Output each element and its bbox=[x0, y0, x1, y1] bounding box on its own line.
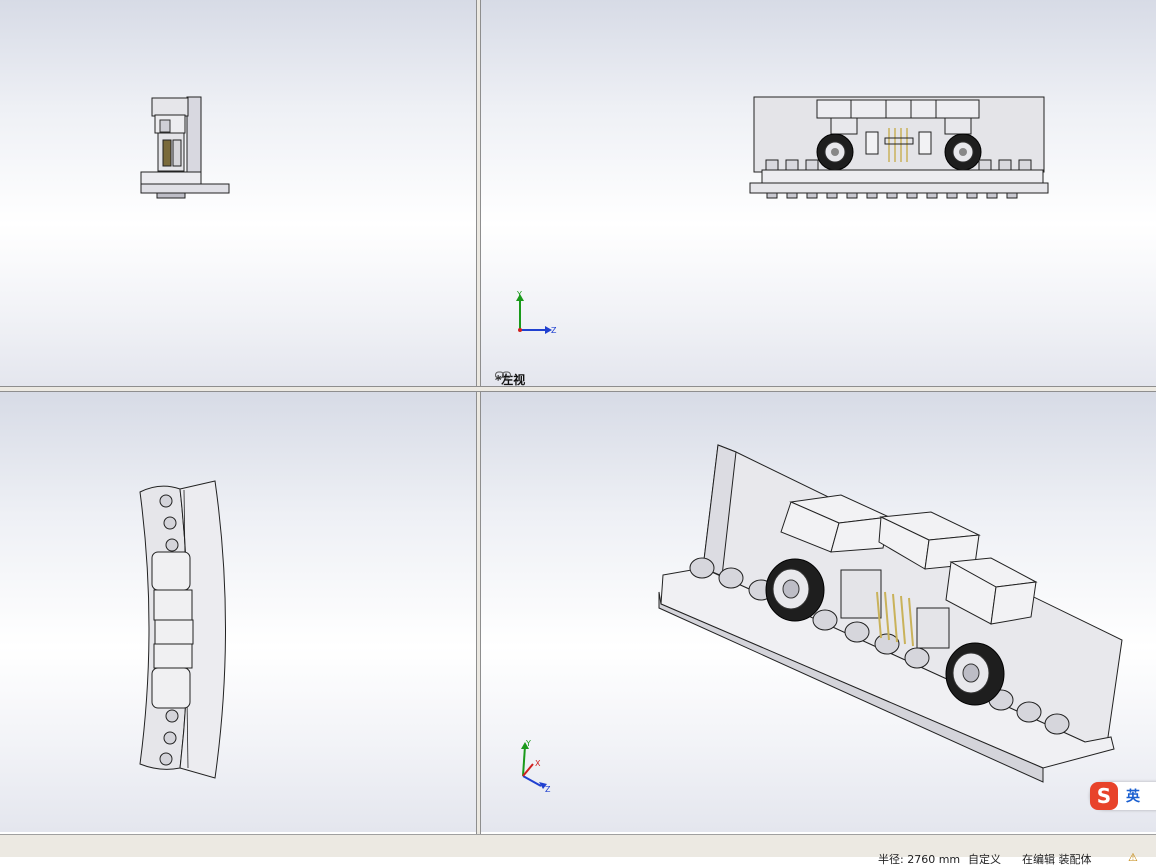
status-radius: 半径: 2760 mm bbox=[878, 853, 961, 866]
svg-text:Z: Z bbox=[551, 326, 557, 335]
coordinate-triad-icon: Y X Z bbox=[521, 739, 551, 794]
viewport-front[interactable] bbox=[0, 0, 476, 386]
status-custom[interactable]: 自定义 bbox=[968, 851, 1001, 867]
viewport-splitter-vertical[interactable] bbox=[476, 0, 481, 834]
svg-text:Y: Y bbox=[525, 739, 531, 748]
status-bar: 半径: 2760 mm 自定义 在编辑 装配体 ⚠ bbox=[0, 834, 1156, 866]
svg-text:Z: Z bbox=[545, 785, 551, 794]
status-editing: 在编辑 装配体 bbox=[1022, 853, 1092, 866]
isometric-view-model: Y X Z bbox=[521, 444, 1123, 794]
ime-mode-label[interactable]: 英 bbox=[1126, 786, 1140, 806]
coordinate-triad-icon: Y Z bbox=[516, 290, 557, 335]
front-view-model bbox=[140, 96, 230, 199]
ime-toolbar[interactable]: S 英 bbox=[1090, 782, 1156, 810]
sogou-ime-icon[interactable]: S bbox=[1090, 782, 1118, 810]
rebuild-warning-icon[interactable]: ⚠ bbox=[1128, 851, 1138, 864]
svg-text:Y: Y bbox=[516, 290, 522, 299]
viewport-left[interactable]: Y Z *左视 bbox=[481, 0, 1156, 386]
chain-link-icon bbox=[495, 371, 511, 379]
viewport-top[interactable] bbox=[0, 392, 476, 832]
view-name-label: *左视 bbox=[495, 371, 525, 386]
left-view-model: Y Z bbox=[516, 96, 1049, 335]
top-view-model bbox=[139, 480, 226, 779]
viewport-splitter-horizontal[interactable] bbox=[0, 386, 1156, 392]
viewport-isometric[interactable]: Y X Z bbox=[481, 392, 1156, 832]
svg-text:X: X bbox=[535, 759, 541, 768]
